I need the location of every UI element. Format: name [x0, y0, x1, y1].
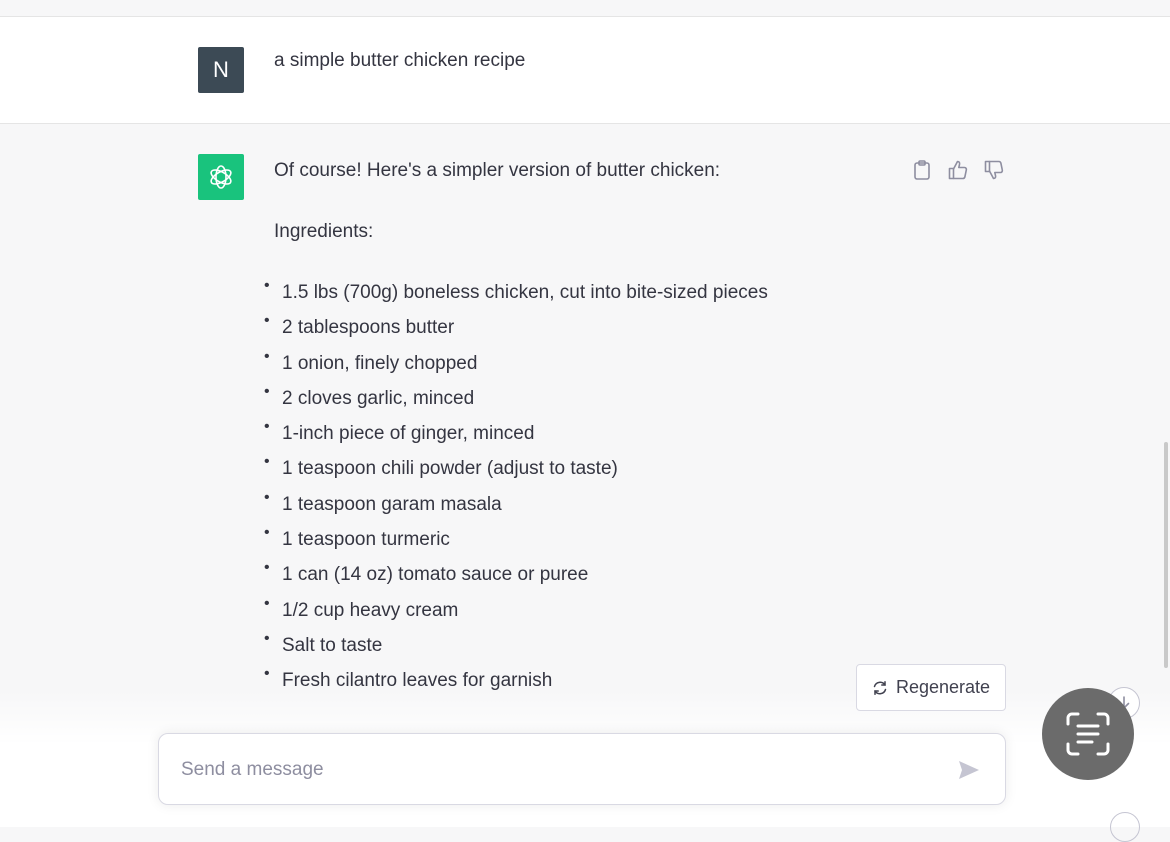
ingredient-item: • 1 teaspoon turmeric	[264, 524, 768, 563]
regenerate-label: Regenerate	[895, 677, 991, 697]
message-actions	[910, 158, 1006, 182]
ingredient-item: • 1-inch piece of ginger, minced	[264, 418, 768, 457]
user-avatar: N	[198, 47, 244, 93]
bullet-icon: •	[264, 594, 270, 612]
bullet-icon: •	[264, 524, 270, 542]
ingredient-text: Salt to taste	[282, 634, 383, 656]
clipboard-icon[interactable]	[910, 158, 934, 182]
bullet-icon: •	[264, 277, 270, 294]
ingredient-item: • 1 teaspoon garam masala	[264, 489, 768, 528]
ingredient-item: • 1/2 cup heavy cream	[264, 595, 768, 634]
message-input[interactable]	[179, 754, 923, 786]
user-message-text: a simple butter chicken recipe	[274, 50, 526, 71]
bullet-icon: •	[264, 347, 270, 365]
bullet-icon: •	[264, 559, 270, 577]
bullet-icon: •	[264, 312, 270, 330]
bullet-icon: •	[264, 488, 270, 506]
ingredient-item: • 1.5 lbs (700g) boneless chicken, cut in…	[264, 277, 768, 316]
assistant-avatar	[198, 154, 244, 200]
ingredient-item: • 1 onion, finely chopped	[264, 348, 768, 387]
bullet-icon: •	[264, 665, 270, 683]
top-bar	[0, 0, 1170, 17]
bullet-icon: •	[264, 418, 270, 436]
ingredient-text: 1.5 lbs (700g) boneless chicken, cut int…	[282, 282, 768, 303]
ingredient-text: 2 cloves garlic, minced	[282, 387, 475, 409]
ingredient-text: Fresh cilantro leaves for garnish	[282, 670, 553, 692]
ingredient-text: 2 tablespoons butter	[282, 317, 455, 339]
scan-text-button[interactable]	[1042, 688, 1134, 780]
scrollbar-thumb[interactable]	[1164, 442, 1168, 668]
refresh-icon	[873, 680, 887, 695]
openai-logo-icon	[210, 165, 232, 189]
send-button[interactable]	[955, 756, 983, 784]
bullet-icon: •	[264, 629, 270, 647]
ingredient-text: 1-inch piece of ginger, minced	[282, 423, 535, 445]
ingredient-item: • Salt to taste	[264, 630, 768, 669]
bullet-icon: •	[264, 382, 270, 400]
ingredient-item: • 2 tablespoons butter	[264, 312, 768, 351]
ingredient-text: 1 teaspoon garam masala	[282, 493, 502, 515]
scan-text-icon	[1066, 712, 1110, 756]
send-icon	[959, 761, 979, 779]
thumbs-down-icon[interactable]	[982, 158, 1006, 182]
assistant-intro-text: Of course! Here's a simpler version of b…	[274, 160, 721, 181]
ingredient-item: • 1 teaspoon chili powder (adjust to tast…	[264, 453, 768, 492]
ingredient-text: 1 teaspoon chili powder (adjust to taste…	[282, 458, 618, 480]
thumbs-up-icon[interactable]	[946, 158, 970, 182]
regenerate-button[interactable]: Regenerate	[856, 664, 1006, 711]
ingredient-text: 1/2 cup heavy cream	[282, 599, 459, 621]
user-message-row: N a simple butter chicken recipe	[0, 17, 1170, 124]
ingredient-text: 1 onion, finely chopped	[282, 352, 478, 374]
bullet-icon: •	[264, 453, 270, 471]
ingredient-item: • 1 can (14 oz) tomato sauce or puree	[264, 559, 768, 598]
ingredients-list: • 1.5 lbs (700g) boneless chicken, cut in…	[264, 277, 768, 705]
ingredient-text: 1 teaspoon turmeric	[282, 529, 450, 551]
ingredients-heading: Ingredients:	[274, 221, 374, 242]
ingredient-item: • 2 cloves garlic, minced	[264, 383, 768, 422]
ingredient-text: 1 can (14 oz) tomato sauce or puree	[282, 564, 589, 586]
message-composer	[158, 733, 1006, 805]
help-button[interactable]	[1110, 812, 1140, 842]
